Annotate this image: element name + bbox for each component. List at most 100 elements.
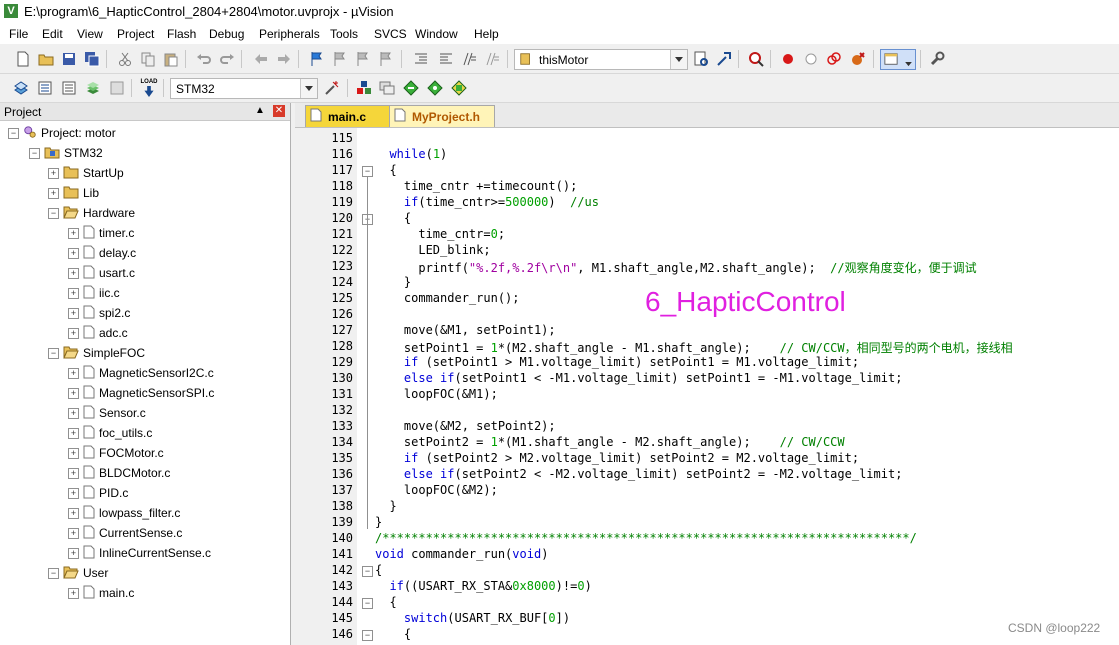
expand-icon[interactable]: + xyxy=(68,587,79,599)
collapse-icon[interactable]: − xyxy=(48,207,59,219)
expand-icon[interactable]: + xyxy=(68,367,79,379)
manage-project-items-icon[interactable] xyxy=(355,79,373,97)
code-line[interactable]: time_cntr=0; xyxy=(375,227,505,241)
tree-file[interactable]: + InlineCurrentSense.c xyxy=(68,544,211,562)
tree-group-user[interactable]: − User xyxy=(48,564,108,582)
expand-icon[interactable]: + xyxy=(68,427,79,439)
load-flash-button[interactable]: LOAD xyxy=(140,79,158,97)
code-line[interactable]: { xyxy=(375,163,396,177)
code-line[interactable]: { xyxy=(375,595,396,609)
code-line[interactable]: switch(USART_RX_BUF[0]) xyxy=(375,611,570,625)
cut-icon[interactable] xyxy=(116,50,134,68)
enable-breakpoint-icon[interactable] xyxy=(802,50,820,68)
collapse-icon[interactable]: − xyxy=(29,147,40,159)
navigate-forward-icon[interactable] xyxy=(275,50,293,68)
expand-icon[interactable]: + xyxy=(68,287,79,299)
expand-icon[interactable]: + xyxy=(68,247,79,259)
expand-icon[interactable]: + xyxy=(68,327,79,339)
tree-file[interactable]: + MagneticSensorI2C.c xyxy=(68,364,214,382)
window-layout-button[interactable] xyxy=(880,49,916,70)
menu-edit[interactable]: Edit xyxy=(42,27,63,41)
tree-file[interactable]: + iic.c xyxy=(68,284,120,302)
tree-group-lib[interactable]: + Lib xyxy=(48,184,99,202)
comment-selection-icon[interactable] xyxy=(460,50,478,68)
tree-file[interactable]: + foc_utils.c xyxy=(68,424,152,442)
expand-icon[interactable]: + xyxy=(68,267,79,279)
expand-icon[interactable]: + xyxy=(68,407,79,419)
pack-installer-icon[interactable] xyxy=(402,79,420,97)
code-line[interactable]: loopFOC(&M2); xyxy=(375,483,498,497)
indent-icon[interactable] xyxy=(412,50,430,68)
expand-icon[interactable]: + xyxy=(48,187,59,199)
fold-toggle-icon[interactable]: − xyxy=(362,598,373,609)
collapse-icon[interactable]: − xyxy=(8,127,19,139)
save-icon[interactable] xyxy=(60,50,78,68)
target-options-icon[interactable] xyxy=(323,79,341,97)
code-line[interactable]: while(1) xyxy=(375,147,447,161)
select-packs-icon[interactable] xyxy=(378,79,396,97)
code-line[interactable]: LED_blink; xyxy=(375,243,490,257)
menu-peripherals[interactable]: Peripherals xyxy=(259,27,320,41)
code-line[interactable]: else if(setPoint2 < -M2.voltage_limit) s… xyxy=(375,467,903,481)
incremental-find-icon[interactable] xyxy=(715,50,733,68)
bookmark-previous-icon[interactable] xyxy=(331,50,349,68)
chevron-down-icon[interactable] xyxy=(300,79,317,98)
expand-icon[interactable]: + xyxy=(68,487,79,499)
code-line[interactable]: } xyxy=(375,515,382,529)
target-select[interactable]: STM32 xyxy=(170,78,318,99)
code-line[interactable]: setPoint2 = 1*(M1.shaft_angle - M2.shaft… xyxy=(375,435,845,449)
redo-icon[interactable] xyxy=(218,50,236,68)
tab-myproject-h[interactable]: MyProject.h xyxy=(389,105,495,127)
code-line[interactable]: if(time_cntr>=500000) //us xyxy=(375,195,599,209)
navigate-back-icon[interactable] xyxy=(252,50,270,68)
save-all-icon[interactable] xyxy=(83,50,101,68)
menu-view[interactable]: View xyxy=(77,27,103,41)
code-line[interactable]: time_cntr +=timecount(); xyxy=(375,179,577,193)
tree-file[interactable]: + usart.c xyxy=(68,264,135,282)
menu-window[interactable]: Window xyxy=(415,27,458,41)
code-line[interactable]: } xyxy=(375,275,411,289)
expand-icon[interactable]: + xyxy=(68,447,79,459)
code-line[interactable]: { xyxy=(375,211,411,225)
open-folder-icon[interactable] xyxy=(37,50,55,68)
batch-build-icon[interactable] xyxy=(84,79,102,97)
build-icon[interactable] xyxy=(36,79,54,97)
copy-icon[interactable] xyxy=(139,50,157,68)
code-line[interactable]: /***************************************… xyxy=(375,531,917,545)
tree-group-simplefoc[interactable]: − SimpleFOC xyxy=(48,344,145,362)
code-line[interactable]: loopFOC(&M1); xyxy=(375,387,498,401)
collapse-icon[interactable]: − xyxy=(48,347,59,359)
menu-debug[interactable]: Debug xyxy=(209,27,244,41)
code-line[interactable]: void commander_run(void) xyxy=(375,547,548,561)
code-line[interactable]: commander_run(); xyxy=(375,291,520,305)
fold-toggle-icon[interactable]: − xyxy=(362,566,373,577)
tree-file[interactable]: + PID.c xyxy=(68,484,128,502)
debug-session-icon[interactable] xyxy=(747,50,765,68)
menu-svcs[interactable]: SVCS xyxy=(374,27,407,41)
expand-icon[interactable]: + xyxy=(68,527,79,539)
code-line[interactable]: move(&M1, setPoint1); xyxy=(375,323,556,337)
tree-file[interactable]: + delay.c xyxy=(68,244,136,262)
expand-icon[interactable]: + xyxy=(48,167,59,179)
kill-all-breakpoints-icon[interactable] xyxy=(849,50,867,68)
code-line[interactable]: setPoint1 = 1*(M2.shaft_angle - M1.shaft… xyxy=(375,339,1013,356)
disable-all-breakpoints-icon[interactable] xyxy=(825,50,843,68)
translate-icon[interactable] xyxy=(12,79,30,97)
code-line[interactable]: printf("%.2f,%.2f\r\n", M1.shaft_angle,M… xyxy=(375,259,976,276)
code-line[interactable]: if (setPoint1 > M1.voltage_limit) setPoi… xyxy=(375,355,859,369)
tree-group-hardware[interactable]: − Hardware xyxy=(48,204,135,222)
code-line[interactable]: { xyxy=(375,563,382,577)
uncomment-selection-icon[interactable] xyxy=(483,50,501,68)
tree-file[interactable]: + FOCMotor.c xyxy=(68,444,164,462)
find-combo[interactable]: thisMotor xyxy=(514,49,688,70)
rebuild-icon[interactable] xyxy=(60,79,78,97)
expand-icon[interactable]: + xyxy=(68,547,79,559)
find-icon[interactable] xyxy=(692,50,710,68)
chevron-down-icon[interactable] xyxy=(670,50,687,69)
undo-icon[interactable] xyxy=(195,50,213,68)
tree-file[interactable]: + adc.c xyxy=(68,324,128,342)
paste-icon[interactable] xyxy=(162,50,180,68)
new-file-icon[interactable] xyxy=(14,50,32,68)
close-icon[interactable]: ✕ xyxy=(273,105,285,117)
tree-file[interactable]: + main.c xyxy=(68,584,134,602)
